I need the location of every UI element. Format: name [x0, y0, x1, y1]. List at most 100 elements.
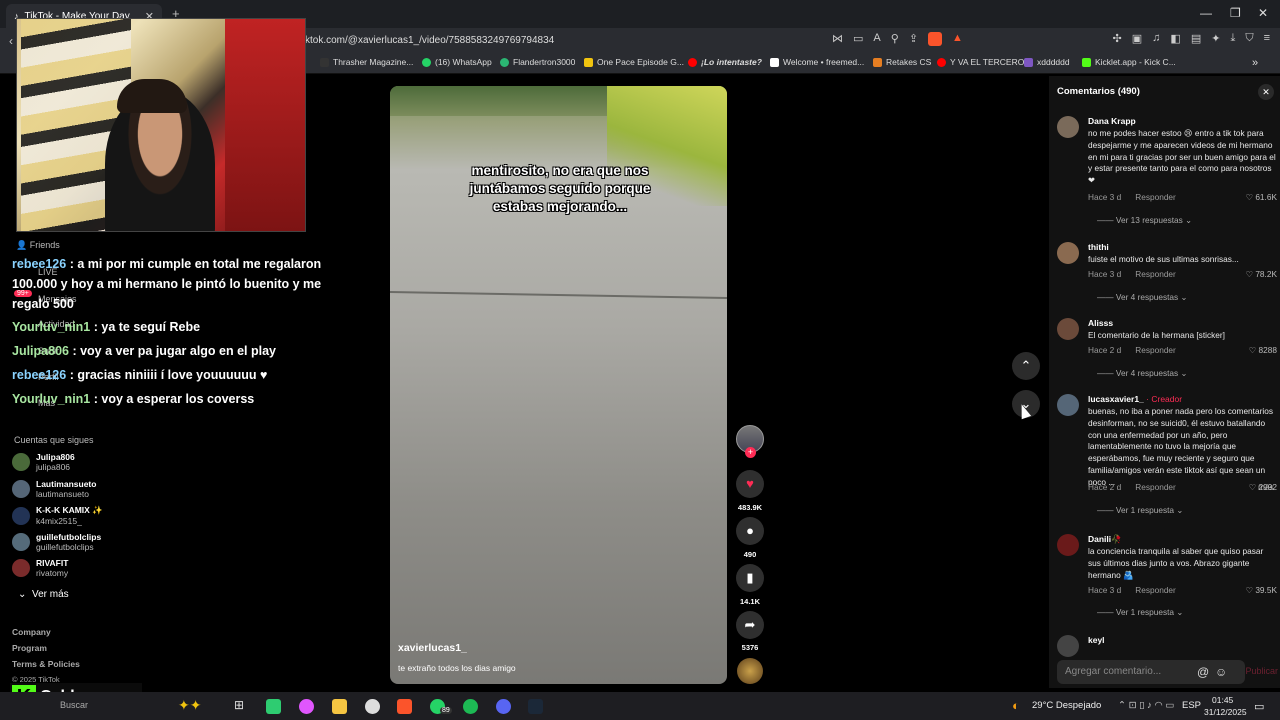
cast-icon[interactable]: ▭ [853, 32, 863, 46]
avatar[interactable] [1057, 116, 1079, 138]
menu-icon[interactable]: ≡ [1264, 32, 1270, 45]
steam-icon[interactable] [528, 699, 543, 714]
media-icon[interactable]: ♫ [1152, 32, 1160, 45]
spotify-icon[interactable] [463, 699, 478, 714]
footer-link-company[interactable]: Company [12, 627, 51, 637]
see-more-button[interactable]: ⌄ Ver más [18, 589, 69, 600]
comment-like-button[interactable]: ♡ 8288 [1249, 345, 1277, 355]
wallet-icon[interactable]: ▣ [1132, 32, 1142, 45]
reader-icon[interactable]: ⋈ [832, 32, 843, 46]
comment-username[interactable]: keyl [1088, 635, 1105, 645]
task-view-icon[interactable]: ⊞ [234, 698, 244, 712]
emoji-icon[interactable]: ☺ [1215, 665, 1227, 679]
language-indicator[interactable]: ESP [1182, 700, 1201, 711]
comment-username[interactable]: Alisss [1088, 318, 1113, 328]
copilot-sparkle-icon[interactable]: ✦✦ [178, 697, 201, 714]
sidebar-icon[interactable]: ◧ [1170, 32, 1180, 45]
bookmark-item[interactable]: Thrasher Magazine... [320, 57, 413, 67]
reply-button[interactable]: Responder [1135, 482, 1176, 492]
file-explorer-icon[interactable] [332, 699, 347, 714]
reply-button[interactable]: Responder [1135, 585, 1176, 595]
comment-like-button[interactable]: ♡ 39.5K [1246, 585, 1277, 595]
bookmark-item[interactable]: (16) WhatsApp [422, 57, 492, 67]
chat-separator: : [90, 392, 102, 406]
view-replies-button[interactable]: —— Ver 4 respuestas ⌄ [1097, 292, 1187, 302]
vpn-icon[interactable]: ⛉ [1245, 32, 1253, 45]
weather-text[interactable]: 29°C Despejado [1032, 700, 1101, 711]
bookmarks-overflow-icon[interactable]: » [1252, 57, 1258, 69]
minimize-icon[interactable]: — [1200, 6, 1212, 20]
comment-button[interactable]: ● [736, 517, 764, 545]
following-item[interactable]: Lautimansueto lautimansueto [12, 479, 96, 499]
restore-icon[interactable]: ❐ [1230, 6, 1241, 20]
view-replies-button[interactable]: —— Ver 1 respuesta ⌄ [1097, 505, 1183, 515]
discord-icon[interactable] [496, 699, 511, 714]
app-icon[interactable] [365, 699, 380, 714]
avatar[interactable] [1057, 534, 1079, 556]
brave-shields-icon[interactable] [928, 32, 943, 46]
bookmark-item[interactable]: Kicklet.app - Kick C... [1082, 57, 1176, 67]
following-item[interactable]: K-K-K KAMIX ✨ k4mix2515_ [12, 505, 103, 526]
avatar[interactable] [1057, 318, 1079, 340]
comment-username[interactable]: thithi [1088, 242, 1109, 252]
footer-link-program[interactable]: Program [12, 643, 47, 653]
comment-username[interactable]: Dana Krapp [1088, 116, 1136, 126]
view-replies-button[interactable]: —— Ver 13 respuestas ⌄ [1097, 215, 1192, 225]
extensions-icon[interactable]: ✣ [1113, 32, 1122, 45]
comment-like-button[interactable]: ♡ 61.6K [1246, 192, 1277, 202]
share-button[interactable]: ➦ [736, 611, 764, 639]
post-comment-button[interactable]: Publicar [1245, 666, 1278, 676]
translate-icon[interactable]: A [873, 32, 880, 46]
avatar[interactable] [1057, 394, 1079, 416]
following-item[interactable]: Julipa806 julipa806 [12, 452, 75, 472]
reply-button[interactable]: Responder [1135, 345, 1176, 355]
following-item[interactable]: RIVAFIT rivatomy [12, 558, 68, 578]
mention-icon[interactable]: @ [1197, 665, 1209, 679]
notification-icon[interactable]: ▭ [1254, 700, 1264, 713]
view-replies-button[interactable]: —— Ver 1 respuesta ⌄ [1097, 607, 1183, 617]
bookmark-item[interactable]: xdddddd [1024, 57, 1070, 67]
bookmark-item[interactable]: One Pace Episode G... [584, 57, 684, 67]
reply-button[interactable]: Responder [1135, 192, 1176, 202]
zoom-icon[interactable]: ⚲ [891, 32, 899, 46]
bookmark-item[interactable]: ¡Lo intentaste? [688, 57, 762, 67]
brave-rewards-icon[interactable]: ▲ [952, 32, 963, 46]
footer-link-terms[interactable]: Terms & Policies [12, 659, 80, 669]
avatar[interactable] [1057, 242, 1079, 264]
view-replies-button[interactable]: —— Ver 4 respuestas ⌄ [1097, 368, 1187, 378]
like-button[interactable]: ♥ [736, 470, 764, 498]
share-icon[interactable]: ⇪ [909, 32, 918, 46]
follow-plus-icon[interactable]: + [745, 447, 756, 458]
store-app-icon[interactable] [266, 699, 281, 714]
comment-like-button[interactable]: ♡ 2992 [1249, 482, 1277, 492]
bookmark-item[interactable]: Retakes CS [873, 57, 931, 67]
close-comments-icon[interactable]: ✕ [1258, 84, 1274, 100]
sidebar-item-friends[interactable]: 👤 Friends [16, 240, 60, 251]
bookmark-item[interactable]: Flandertron3000 [500, 57, 575, 67]
taskbar-search[interactable]: Buscar [60, 700, 88, 710]
comment-like-button[interactable]: ♡ 78.2K [1246, 269, 1277, 279]
video-player[interactable]: mentirosito, no era que nos juntábamos s… [390, 86, 727, 684]
avatar[interactable] [1057, 635, 1079, 657]
clock-date[interactable]: 31/12/2025 [1204, 707, 1247, 717]
reply-button[interactable]: Responder [1135, 269, 1176, 279]
clock-time[interactable]: 01:45 [1212, 695, 1233, 705]
app-icon[interactable] [299, 699, 314, 714]
window-close-icon[interactable]: ✕ [1258, 6, 1268, 20]
address-bar[interactable]: tiktok.com/@xavierlucas1_/video/75885832… [300, 31, 840, 50]
comment-username[interactable]: Danili🥀 [1088, 534, 1122, 545]
whatsapp-badge: 89 [440, 707, 452, 714]
bookmark-item[interactable]: Welcome • freemed... [770, 57, 864, 67]
brave-browser-icon[interactable] [397, 699, 412, 714]
tabs-icon[interactable]: ▤ [1191, 32, 1201, 45]
following-item[interactable]: guillefutbolclips guillefutbolclips [12, 532, 101, 552]
comment-username[interactable]: lucasxavier1_ · Creador [1088, 394, 1182, 404]
download-icon[interactable]: ⤓ [1230, 32, 1235, 45]
video-author[interactable]: xavierlucas1_ [398, 642, 467, 654]
previous-video-button[interactable]: ⌃ [1012, 352, 1040, 380]
save-button[interactable]: ▮ [736, 564, 764, 592]
leo-icon[interactable]: ✦ [1211, 32, 1220, 45]
bookmark-item[interactable]: Y VA EL TERCERO [937, 57, 1024, 67]
music-disc-icon[interactable] [737, 658, 763, 684]
tray-icons[interactable]: ⌃ ⊡ ▯ ♪ ◠ ▭ [1118, 700, 1174, 711]
